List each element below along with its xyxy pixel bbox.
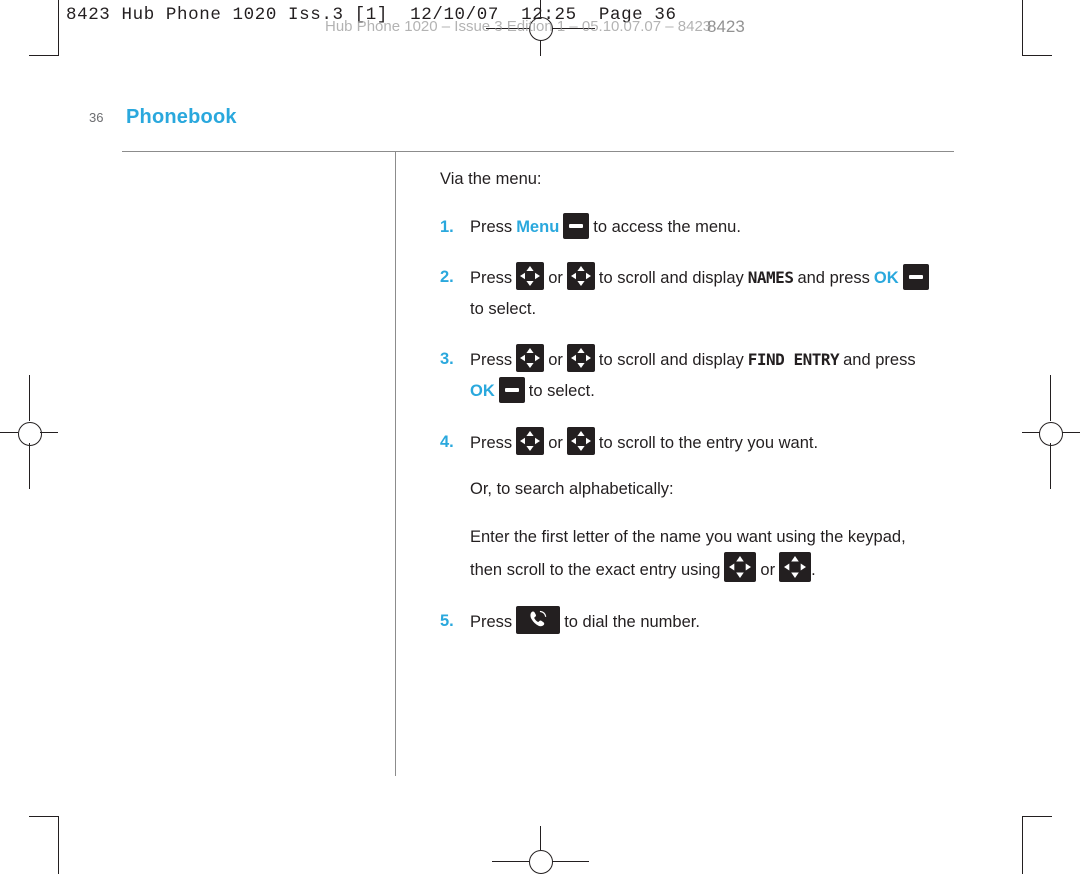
step-2-text-before: Press: [470, 269, 513, 288]
display-text-names: NAMES: [747, 268, 794, 288]
navigation-key-icon: [566, 344, 595, 373]
page-number: 36: [89, 110, 104, 125]
alt-line-1: Enter the first letter of the name you w…: [470, 527, 906, 546]
intro-paragraph: Via the menu:: [440, 170, 542, 188]
step-1: 1. Press Menu to access the menu.: [440, 212, 970, 243]
step-2-text-mid: to scroll and display: [598, 269, 744, 288]
registration-line-top-inner: [540, 40, 541, 56]
ghost-running-header: Hub Phone 1020 – Issue 3 Edition 1 – 05.…: [325, 18, 712, 35]
header-divider: [122, 151, 954, 152]
step-3-and-press: and press: [843, 351, 916, 370]
registration-tick-left-upper: [29, 375, 30, 421]
navigation-key-icon: [566, 262, 595, 291]
crop-mark-top-left: [29, 0, 59, 56]
step-5: 5. Press to dial the number.: [440, 605, 970, 638]
registration-line-left: [0, 432, 18, 433]
call-handset-key-icon: [516, 605, 561, 634]
registration-tick-bottom-right: [552, 861, 589, 862]
ok-label: OK: [873, 269, 899, 288]
step-3-text-after: to select.: [528, 381, 595, 400]
registration-tick-left-lower: [29, 443, 30, 489]
registration-line-right-inner: [1022, 432, 1040, 433]
step-3-or: or: [548, 351, 563, 370]
registration-mark-right: [1039, 422, 1063, 446]
navigation-key-icon: [724, 552, 757, 583]
step-1-number: 1.: [440, 217, 454, 236]
step-1-text-after: to access the menu.: [593, 217, 741, 236]
registration-tick-right-upper: [1050, 375, 1051, 421]
alt-intro-paragraph: Or, to search alphabetically:: [470, 480, 674, 499]
crop-mark-bottom-left: [29, 816, 59, 874]
step-2-or: or: [548, 269, 563, 288]
display-text-find-entry: FIND ENTRY: [747, 350, 840, 370]
soft-key-icon: [902, 264, 929, 291]
navigation-key-icon: [516, 344, 545, 373]
step-5-number: 5.: [440, 611, 454, 630]
step-3-number: 3.: [440, 350, 454, 369]
alt-instruction-paragraph: Enter the first letter of the name you w…: [440, 522, 970, 586]
registration-mark-left: [18, 422, 42, 446]
step-3: 3. Press or to scroll and display FIND ENTR…: [440, 344, 970, 406]
registration-mark-bottom: [529, 850, 553, 874]
registration-line-left-inner: [40, 432, 58, 433]
step-4-number: 4.: [440, 432, 454, 451]
registration-tick-right-lower: [1050, 443, 1051, 489]
step-2-text-after: to select.: [470, 299, 537, 318]
alt-line-2-or: or: [760, 561, 776, 580]
alt-line-2-end: .: [811, 561, 816, 580]
step-5-text-after: to dial the number.: [564, 612, 700, 631]
registration-tick-bottom-left: [492, 861, 529, 862]
body-content: Via the menu: 1. Press Menu to access the …: [440, 168, 970, 657]
navigation-key-icon: [516, 426, 545, 455]
registration-line-bottom: [540, 826, 541, 850]
ok-label: OK: [470, 381, 495, 400]
step-2-number: 2.: [440, 268, 454, 287]
registration-line-right: [1062, 432, 1080, 433]
soft-key-icon: [498, 376, 525, 403]
step-1-text-before: Press: [470, 217, 513, 236]
step-3-text-before: Press: [470, 351, 513, 370]
step-3-text-mid: to scroll and display: [598, 351, 744, 370]
step-4: 4. Press or to scroll to the entry you wan…: [440, 426, 970, 459]
column-divider: [395, 151, 396, 776]
step-2-and-press: and press: [797, 269, 870, 288]
crop-mark-top-right: [1022, 0, 1052, 56]
step-5-text-before: Press: [470, 612, 513, 631]
navigation-key-icon: [516, 262, 545, 291]
navigation-key-icon: [566, 426, 595, 455]
page-title: Phonebook: [126, 106, 237, 128]
step-4-text-before: Press: [470, 433, 513, 452]
ghost-folio-number: 8423: [707, 17, 745, 36]
step-4-text-after: to scroll to the entry you want.: [598, 433, 819, 452]
soft-key-icon: [563, 212, 590, 239]
crop-mark-bottom-right: [1022, 816, 1052, 874]
menu-label: Menu: [516, 217, 560, 236]
step-4-or: or: [548, 433, 563, 452]
alt-line-2-before: then scroll to the exact entry using: [470, 561, 721, 580]
navigation-key-icon: [779, 552, 812, 583]
step-2: 2. Press or to scroll and display NAMES and …: [440, 262, 970, 324]
